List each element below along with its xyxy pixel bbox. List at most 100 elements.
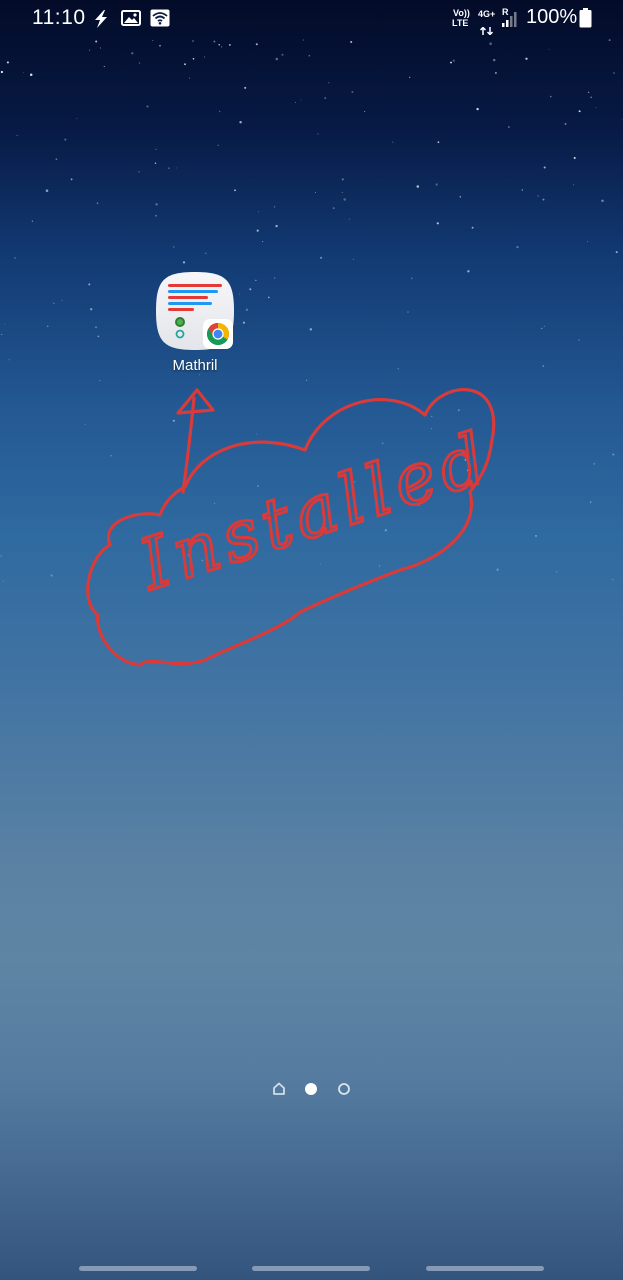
wallpaper-stars [0, 39, 623, 582]
star [353, 507, 355, 509]
star [245, 308, 249, 311]
star [621, 118, 623, 120]
star [308, 54, 311, 57]
star [397, 368, 399, 370]
star [213, 40, 216, 43]
star [46, 325, 49, 328]
star [309, 328, 313, 331]
star [256, 433, 258, 435]
star [407, 311, 409, 313]
star [273, 206, 276, 208]
star [541, 327, 543, 329]
star [103, 65, 105, 68]
app-label[interactable]: Mathril [150, 357, 240, 374]
star [378, 565, 381, 567]
star [96, 202, 99, 205]
flash-icon [93, 10, 109, 32]
star [578, 339, 580, 341]
star [351, 91, 354, 94]
star [324, 97, 327, 100]
star [437, 141, 440, 144]
star [2, 580, 4, 582]
star [516, 245, 519, 249]
star [341, 178, 344, 181]
star [573, 156, 576, 160]
nav-home-hint[interactable] [252, 1266, 370, 1271]
star [131, 52, 134, 55]
star [467, 270, 470, 273]
star [341, 191, 343, 193]
star [305, 379, 308, 381]
star [4, 323, 6, 325]
star [431, 415, 433, 417]
star [381, 442, 384, 445]
star [94, 326, 98, 329]
star [14, 257, 16, 259]
star [354, 481, 356, 483]
star [302, 39, 305, 41]
star [110, 455, 112, 457]
star [435, 183, 438, 186]
star [138, 62, 141, 64]
star [155, 203, 158, 206]
nav-back-hint[interactable] [426, 1266, 544, 1271]
home-page-dot-icon[interactable] [272, 1081, 286, 1100]
star [348, 218, 350, 220]
star [61, 299, 63, 301]
star [219, 110, 221, 113]
star [542, 198, 545, 201]
star [409, 76, 411, 78]
star [173, 246, 175, 248]
star [100, 47, 102, 49]
nav-recents-hint[interactable] [79, 1266, 197, 1271]
star [257, 485, 259, 487]
star [459, 196, 461, 198]
star [537, 195, 539, 197]
star [471, 226, 474, 229]
star [549, 95, 552, 98]
star [332, 207, 335, 210]
current-page-dot-icon[interactable] [304, 1081, 318, 1100]
signal-icon [501, 12, 519, 31]
star [578, 110, 581, 113]
lte-label: LTE [452, 18, 469, 28]
page-dot-icon[interactable] [337, 1081, 351, 1100]
star [496, 568, 499, 572]
star [328, 82, 330, 84]
star [218, 44, 220, 46]
star [70, 178, 73, 181]
star [203, 56, 205, 58]
star [548, 48, 550, 50]
star [1, 333, 3, 336]
star [217, 144, 219, 146]
star [89, 307, 93, 311]
star [29, 73, 33, 77]
star [352, 258, 354, 260]
star [50, 574, 53, 577]
star [320, 256, 323, 259]
star [294, 101, 296, 103]
star [31, 220, 34, 222]
star [466, 469, 469, 472]
star [492, 58, 496, 62]
star [410, 277, 413, 280]
star [587, 91, 590, 94]
star [300, 99, 302, 101]
star [0, 555, 2, 557]
star [95, 40, 98, 43]
star [595, 107, 597, 109]
star [262, 241, 264, 243]
star [416, 185, 420, 188]
star [205, 252, 207, 254]
star [608, 39, 611, 42]
star [317, 133, 319, 135]
star [138, 171, 140, 173]
star [192, 40, 194, 42]
data-arrows-icon [479, 20, 494, 39]
star [615, 251, 618, 254]
star [601, 199, 604, 202]
star [476, 107, 479, 111]
page-indicator[interactable] [270, 1079, 360, 1097]
star [417, 504, 420, 507]
star [159, 44, 161, 47]
